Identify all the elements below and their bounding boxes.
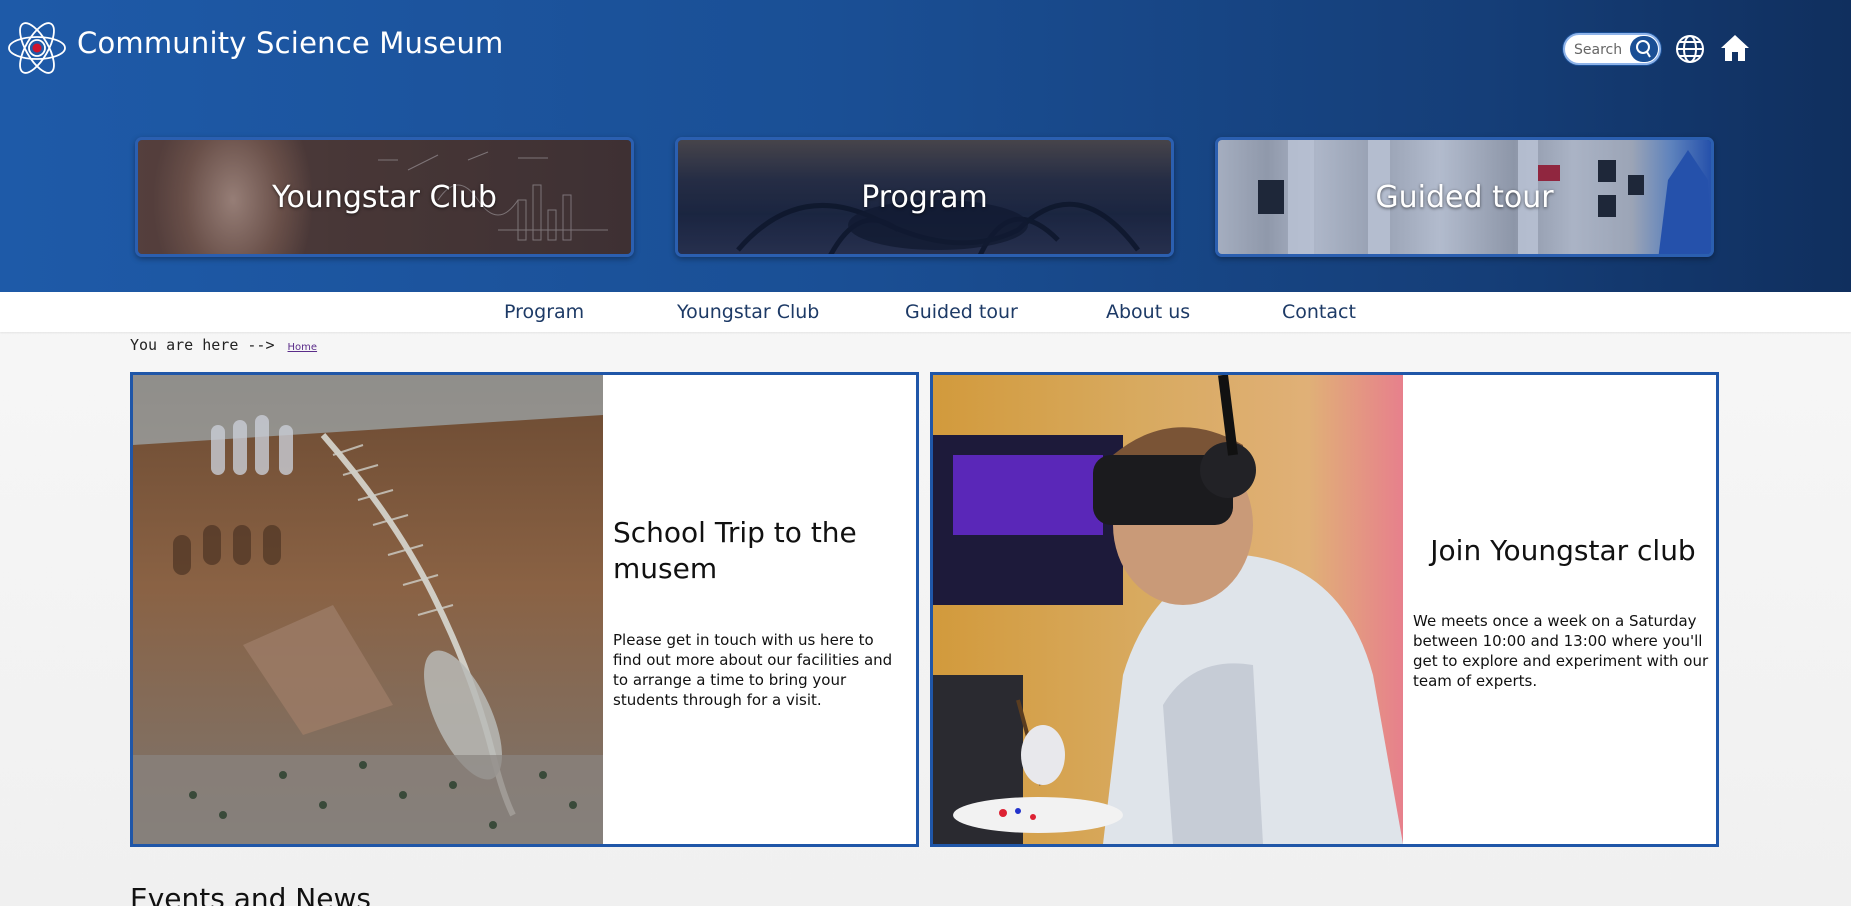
card-school-trip[interactable]: School Trip to the musem Please get in t…	[130, 372, 919, 847]
tile-label: Youngstar Club	[272, 179, 497, 215]
main-nav: Program Youngstar Club Guided tour About…	[0, 292, 1851, 332]
vr-headset-image	[933, 375, 1403, 844]
breadcrumb-prefix: You are here -->	[130, 336, 275, 354]
site-title[interactable]: Community Science Museum	[77, 26, 503, 60]
tile-youngstar-club[interactable]: Youngstar Club	[135, 137, 634, 257]
tile-program[interactable]: Program	[675, 137, 1174, 257]
nav-item-program[interactable]: Program	[504, 301, 584, 323]
card-youngstar-club[interactable]: Join Youngstar club We meets once a week…	[930, 372, 1719, 847]
tile-label: Guided tour	[1375, 179, 1554, 215]
search-icon	[1636, 40, 1651, 58]
museum-hall-image	[133, 375, 603, 844]
card-body: School Trip to the musem Please get in t…	[613, 375, 913, 844]
globe-icon[interactable]	[1674, 33, 1706, 65]
search-button[interactable]	[1630, 36, 1658, 62]
nav-item-guided-tour[interactable]: Guided tour	[905, 301, 1018, 323]
search-input[interactable]: Search	[1574, 42, 1622, 58]
breadcrumb: You are here --> Home	[130, 336, 317, 354]
site-header: Community Science Museum Search Youngsta…	[0, 0, 1851, 292]
nav-item-contact[interactable]: Contact	[1282, 301, 1356, 323]
home-icon[interactable]	[1719, 32, 1751, 64]
tile-label: Program	[861, 179, 988, 215]
card-title: Join Youngstar club	[1430, 534, 1696, 567]
card-title: School Trip to the musem	[613, 516, 857, 585]
nav-item-youngstar-club[interactable]: Youngstar Club	[677, 301, 819, 323]
atom-logo-icon[interactable]	[6, 18, 68, 78]
search-box[interactable]: Search	[1563, 33, 1661, 65]
card-text: We meets once a week on a Saturday betwe…	[1413, 612, 1709, 690]
card-text: Please get in touch with us here to find…	[613, 631, 893, 709]
tile-guided-tour[interactable]: Guided tour	[1215, 137, 1714, 257]
nav-item-about-us[interactable]: About us	[1106, 301, 1190, 323]
breadcrumb-home-link[interactable]: Home	[288, 342, 318, 353]
card-body: Join Youngstar club We meets once a week…	[1413, 375, 1713, 844]
events-heading: Events and News	[130, 882, 371, 906]
